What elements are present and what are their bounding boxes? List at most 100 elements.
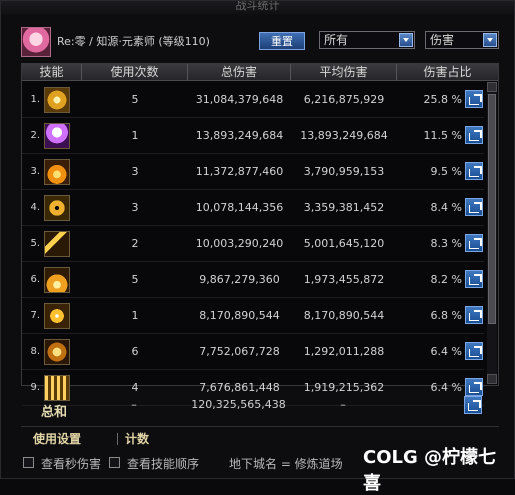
- skill-icon-8: [44, 339, 70, 365]
- dps-checkbox-label: 查看秒伤害: [41, 457, 102, 471]
- battle-stats-window: 战斗统计 Re:零 / 知源·元素师 (等级110) 重置 所有 伤害 技能 使…: [0, 0, 515, 494]
- table-body: 1. 5 31,084,379,648 6,216,875,929 25.8 %…: [22, 82, 484, 406]
- share-icon[interactable]: [465, 270, 483, 288]
- skill-icon-2: [44, 123, 70, 149]
- share-icon[interactable]: [465, 198, 483, 216]
- table-row[interactable]: 3. 3 11,372,877,460 3,790,959,153 9.5 %: [22, 154, 484, 190]
- avatar: [21, 27, 51, 57]
- row-total: 10,078,144,356: [195, 201, 284, 214]
- share-icon[interactable]: [465, 162, 483, 180]
- share-icon[interactable]: [465, 342, 483, 360]
- table-row[interactable]: 8. 6 7,752,067,728 1,292,011,288 6.4 %: [22, 334, 484, 370]
- row-pct: 6.8 %: [430, 309, 462, 322]
- row-pct: 6.4 %: [430, 345, 462, 358]
- share-icon[interactable]: [465, 234, 483, 252]
- row-rank: 5.: [30, 238, 40, 249]
- type-filter-dropdown[interactable]: 伤害: [425, 31, 499, 49]
- reset-button[interactable]: 重置: [259, 32, 305, 50]
- row-avg: 1,292,011,288: [303, 345, 385, 358]
- col-avg[interactable]: 平均伤害: [291, 64, 397, 80]
- skill-icon-1: [44, 87, 70, 113]
- row-rank: 7.: [30, 310, 40, 321]
- table-header: 技能 使用次数 总伤害 平均伤害 伤害占比: [22, 64, 498, 81]
- row-pct: 9.5 %: [430, 165, 462, 178]
- row-pct: 25.8 %: [423, 93, 462, 106]
- share-icon[interactable]: [465, 126, 483, 144]
- row-count: 3: [131, 165, 139, 178]
- col-count[interactable]: 使用次数: [82, 64, 188, 80]
- row-avg: 8,170,890,544: [303, 309, 385, 322]
- row-total: 13,893,249,684: [195, 129, 284, 142]
- col-pct[interactable]: 伤害占比: [397, 64, 498, 80]
- skill-icon-6: [44, 267, 70, 293]
- skill-order-checkbox-label: 查看技能顺序: [127, 457, 200, 471]
- row-rank: 8.: [30, 346, 40, 357]
- row-count: 2: [131, 237, 139, 250]
- row-avg: 13,893,249,684: [300, 129, 388, 142]
- row-count: 5: [131, 273, 139, 286]
- table-row[interactable]: 1. 5 31,084,379,648 6,216,875,929 25.8 %: [22, 82, 484, 118]
- row-count: 3: [131, 201, 139, 214]
- target-filter-dropdown[interactable]: 所有: [319, 31, 415, 49]
- total-label: 总和: [41, 405, 68, 420]
- row-count: 6: [131, 345, 139, 358]
- target-filter-value: 所有: [324, 33, 349, 47]
- row-rank: 6.: [30, 274, 40, 285]
- total-avg: –: [340, 398, 346, 411]
- row-pct: 8.2 %: [430, 273, 462, 286]
- dps-checkbox[interactable]: [23, 457, 34, 468]
- share-total-icon[interactable]: [464, 396, 482, 414]
- table-row[interactable]: 7. 1 8,170,890,544 8,170,890,544 6.8 %: [22, 298, 484, 334]
- skill-icon-4: [44, 195, 70, 221]
- scroll-down-icon[interactable]: [487, 374, 497, 384]
- table-row[interactable]: 4. 3 10,078,144,356 3,359,381,452 8.4 %: [22, 190, 484, 226]
- character-name: Re:零 / 知源·元素师 (等级110): [57, 35, 210, 48]
- tab-count[interactable]: 计数: [125, 430, 149, 447]
- table-row[interactable]: 5. 2 10,003,290,240 5,001,645,120 8.3 %: [22, 226, 484, 262]
- scroll-thumb[interactable]: [488, 94, 496, 324]
- total-count: –: [131, 398, 137, 411]
- col-total[interactable]: 总伤害: [188, 64, 291, 80]
- row-total: 8,170,890,544: [199, 309, 280, 322]
- chevron-down-icon: [483, 33, 497, 47]
- row-pct: 8.3 %: [430, 237, 462, 250]
- watermark: COLG @柠檬七喜: [363, 447, 497, 494]
- header: Re:零 / 知源·元素师 (等级110) 重置 所有 伤害: [1, 15, 514, 61]
- row-avg: 3,359,381,452: [303, 201, 385, 214]
- dungeon-name: 地下城名 = 修炼道场: [229, 457, 343, 471]
- row-total: 9,867,279,360: [199, 273, 280, 286]
- tab-divider: [117, 433, 118, 445]
- row-pct: 8.4 %: [430, 201, 462, 214]
- row-rank: 2.: [30, 130, 40, 141]
- type-filter-value: 伤害: [430, 33, 455, 47]
- col-skill[interactable]: 技能: [22, 64, 82, 80]
- skill-icon-3: [44, 159, 70, 185]
- skill-order-checkbox[interactable]: [109, 457, 120, 468]
- row-total: 7,752,067,728: [199, 345, 280, 358]
- scroll-up-icon[interactable]: [487, 82, 497, 92]
- table-row[interactable]: 2. 1 13,893,249,684 13,893,249,684 11.5 …: [22, 118, 484, 154]
- chevron-down-icon: [399, 33, 413, 47]
- row-rank: 1.: [30, 94, 40, 105]
- share-icon[interactable]: [465, 306, 483, 324]
- row-pct: 11.5 %: [423, 129, 462, 142]
- skill-damage-table: 技能 使用次数 总伤害 平均伤害 伤害占比 1. 5 31,084,379,64…: [21, 63, 499, 406]
- row-rank: 4.: [30, 202, 40, 213]
- table-row[interactable]: 6. 5 9,867,279,360 1,973,455,872 8.2 %: [22, 262, 484, 298]
- share-icon[interactable]: [465, 90, 483, 108]
- total-damage: 120,325,565,438: [191, 398, 286, 411]
- total-row: 总和 – 120,325,565,438 –: [21, 387, 499, 423]
- row-avg: 5,001,645,120: [303, 237, 385, 250]
- row-count: 5: [131, 93, 139, 106]
- tab-usage-settings[interactable]: 使用设置: [33, 430, 81, 447]
- row-rank: 3.: [30, 166, 40, 177]
- row-total: 11,372,877,460: [195, 165, 284, 178]
- window-title: 战斗统计: [1, 1, 514, 15]
- row-count: 1: [131, 309, 139, 322]
- skill-icon-5: [44, 231, 70, 257]
- row-avg: 6,216,875,929: [303, 93, 385, 106]
- row-count: 1: [131, 129, 139, 142]
- skill-icon-7: [44, 303, 70, 329]
- scrollbar[interactable]: [487, 82, 497, 384]
- row-avg: 3,790,959,153: [303, 165, 385, 178]
